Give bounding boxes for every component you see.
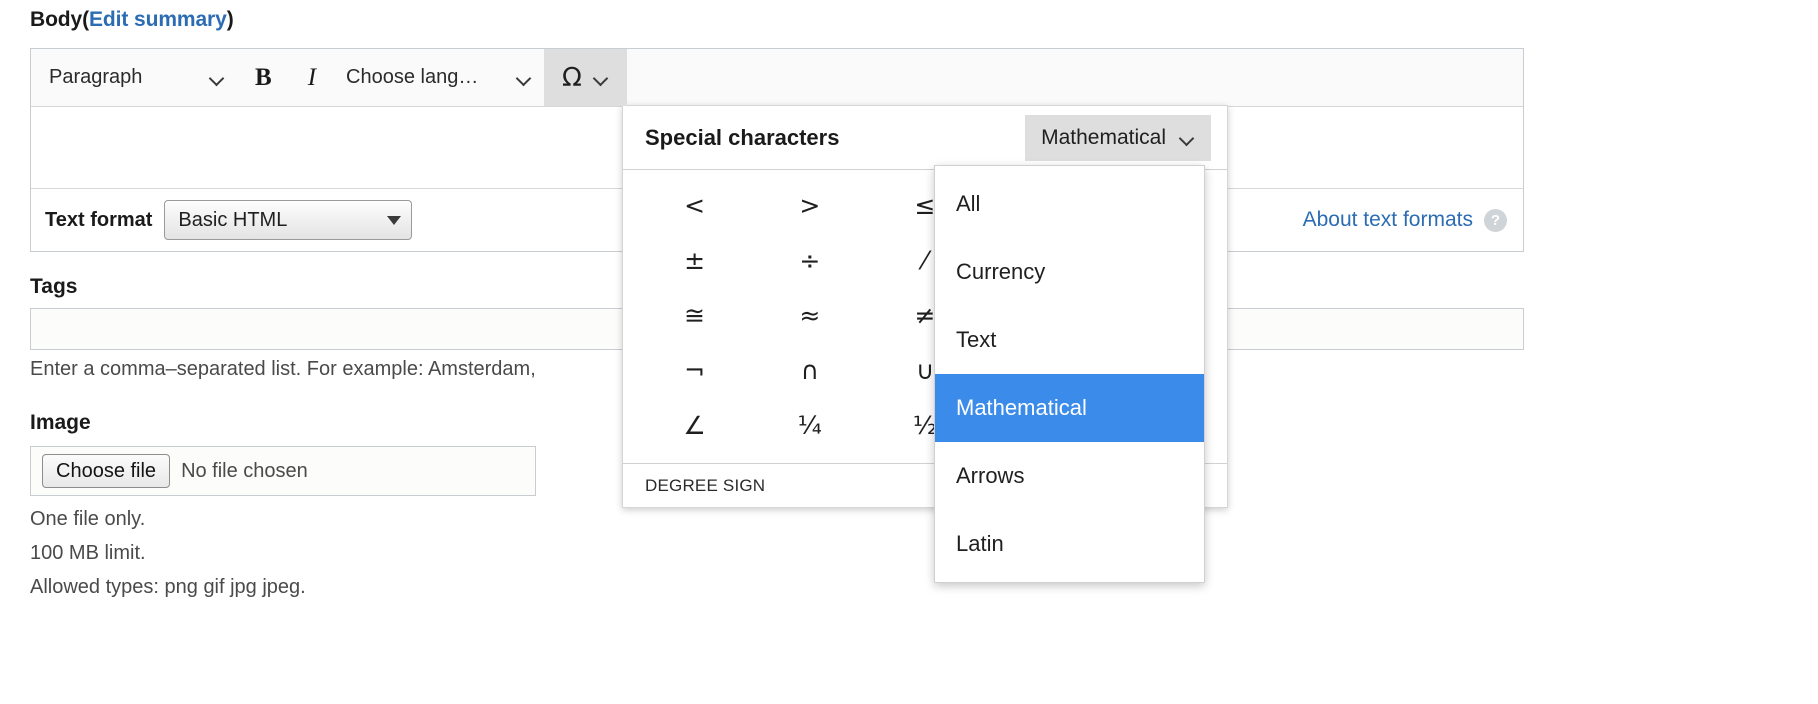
help-icon[interactable]: ? (1484, 208, 1507, 232)
image-desc-allowed-types: Allowed types: png gif jpg jpeg. (30, 576, 306, 598)
special-characters-button[interactable]: Ω (544, 49, 627, 106)
text-format-select[interactable]: Basic HTML (164, 200, 413, 240)
italic-button[interactable]: I (290, 49, 334, 106)
text-format-selected-value: Basic HTML (178, 208, 288, 231)
character-cell[interactable]: ¬ (637, 343, 752, 398)
character-cell[interactable]: > (752, 178, 867, 233)
category-menu-item-all[interactable]: All (935, 170, 1204, 238)
editor-page: Body(Edit summary) Paragraph B I Choose … (0, 0, 1818, 704)
character-cell[interactable]: ≅ (637, 288, 752, 343)
image-desc-size-limit: 100 MB limit. (30, 542, 146, 564)
choose-file-button[interactable]: Choose file (42, 454, 171, 488)
character-category-menu: All Currency Text Mathematical Arrows Latin (934, 165, 1205, 583)
category-menu-item-arrows[interactable]: Arrows (935, 442, 1204, 510)
language-dropdown-label: Choose lang… (346, 66, 479, 88)
editor-toolbar: Paragraph B I Choose lang… Ω (31, 49, 1523, 107)
special-characters-header: Special characters Mathematical (623, 106, 1227, 170)
bold-button[interactable]: B (237, 49, 290, 106)
chevron-down-icon (1180, 133, 1195, 142)
body-field-label: Body(Edit summary) (30, 8, 234, 32)
category-menu-item-latin[interactable]: Latin (935, 510, 1204, 578)
image-desc-one-file: One file only. (30, 508, 146, 530)
no-file-chosen-text: No file chosen (181, 459, 308, 482)
omega-icon: Ω (562, 62, 582, 93)
category-menu-item-mathematical[interactable]: Mathematical (935, 374, 1204, 442)
character-cell[interactable]: ≈ (752, 288, 867, 343)
paren-close: ) (226, 8, 234, 31)
tags-description: Enter a comma–separated list. For exampl… (30, 358, 536, 380)
chevron-down-icon (594, 73, 609, 82)
tags-label: Tags (30, 275, 78, 298)
text-format-label: Text format (45, 208, 153, 231)
paragraph-format-dropdown[interactable]: Paragraph (37, 49, 237, 106)
character-category-dropdown[interactable]: Mathematical (1025, 114, 1211, 161)
character-cell[interactable]: ± (637, 233, 752, 288)
image-label: Image (30, 411, 91, 434)
category-menu-item-text[interactable]: Text (935, 306, 1204, 374)
chevron-down-icon (210, 73, 225, 82)
about-text-formats-group: About text formats ? (1303, 208, 1507, 232)
category-menu-item-currency[interactable]: Currency (935, 238, 1204, 306)
character-cell[interactable]: < (637, 178, 752, 233)
edit-summary-link[interactable]: Edit summary (89, 8, 227, 31)
special-characters-title: Special characters (645, 124, 840, 150)
caret-down-icon (387, 215, 402, 225)
character-cell[interactable]: ∠ (637, 398, 752, 453)
language-dropdown[interactable]: Choose lang… (334, 49, 544, 106)
character-category-label: Mathematical (1041, 125, 1166, 149)
paren-open: ( (82, 8, 90, 31)
chevron-down-icon (517, 73, 532, 82)
image-file-input[interactable]: Choose file No file chosen (30, 446, 536, 496)
character-cell[interactable]: ¼ (752, 398, 867, 453)
paragraph-format-label: Paragraph (49, 66, 143, 88)
body-label-text: Body (30, 8, 83, 31)
character-cell[interactable]: ∩ (752, 343, 867, 398)
about-text-formats-link[interactable]: About text formats (1303, 208, 1473, 232)
character-cell[interactable]: ÷ (752, 233, 867, 288)
